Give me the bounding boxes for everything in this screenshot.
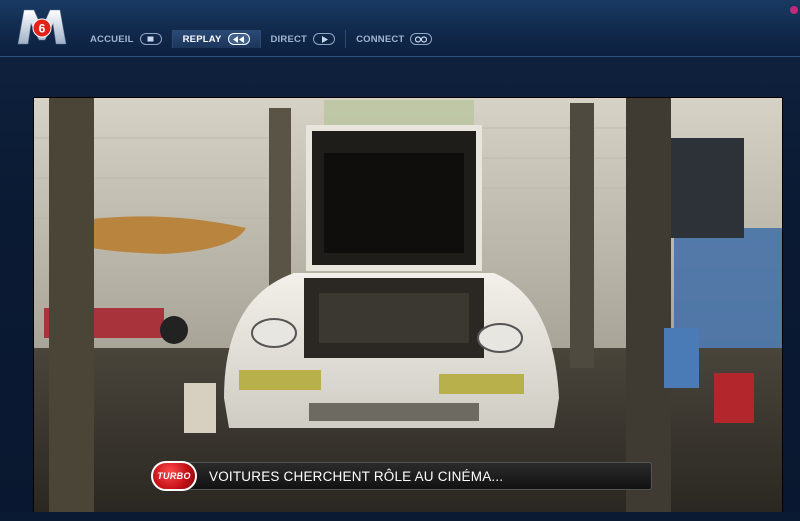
turbo-logo: TURBO	[151, 461, 197, 491]
nav-direct[interactable]: DIRECT	[261, 30, 347, 48]
stop-square-icon	[139, 33, 162, 45]
nav-accueil[interactable]: ACCUEIL	[80, 30, 173, 48]
nav-replay-label: REPLAY	[182, 33, 222, 45]
corner-indicator	[790, 6, 798, 14]
nav-replay[interactable]: REPLAY	[172, 30, 261, 48]
bottom-strip	[0, 512, 800, 521]
chain-link-icon	[410, 33, 433, 45]
play-icon	[313, 33, 336, 45]
nav-connect-label: CONNECT	[356, 33, 405, 45]
caption-text: VOITURES CHERCHENT RÔLE AU CINÉMA...	[209, 468, 504, 484]
nav-accueil-label: ACCUEIL	[90, 33, 134, 45]
nav-connect[interactable]: CONNECT	[346, 30, 442, 48]
video-player[interactable]: TURBO VOITURES CHERCHENT RÔLE AU CINÉMA.…	[33, 97, 783, 514]
top-navigation-bar: 6 ACCUEIL REPLAY DIRECT CONNECT	[0, 0, 800, 57]
rewind-icon	[227, 33, 250, 45]
nav-direct-label: DIRECT	[270, 33, 308, 45]
m6-logo[interactable]: 6	[16, 6, 68, 46]
video-frame	[34, 98, 782, 513]
main-nav: ACCUEIL REPLAY DIRECT CONNECT	[80, 30, 442, 48]
caption-bar: TURBO VOITURES CHERCHENT RÔLE AU CINÉMA.…	[151, 461, 652, 491]
turbo-logo-text: TURBO	[157, 471, 191, 481]
svg-text:6: 6	[39, 22, 46, 36]
